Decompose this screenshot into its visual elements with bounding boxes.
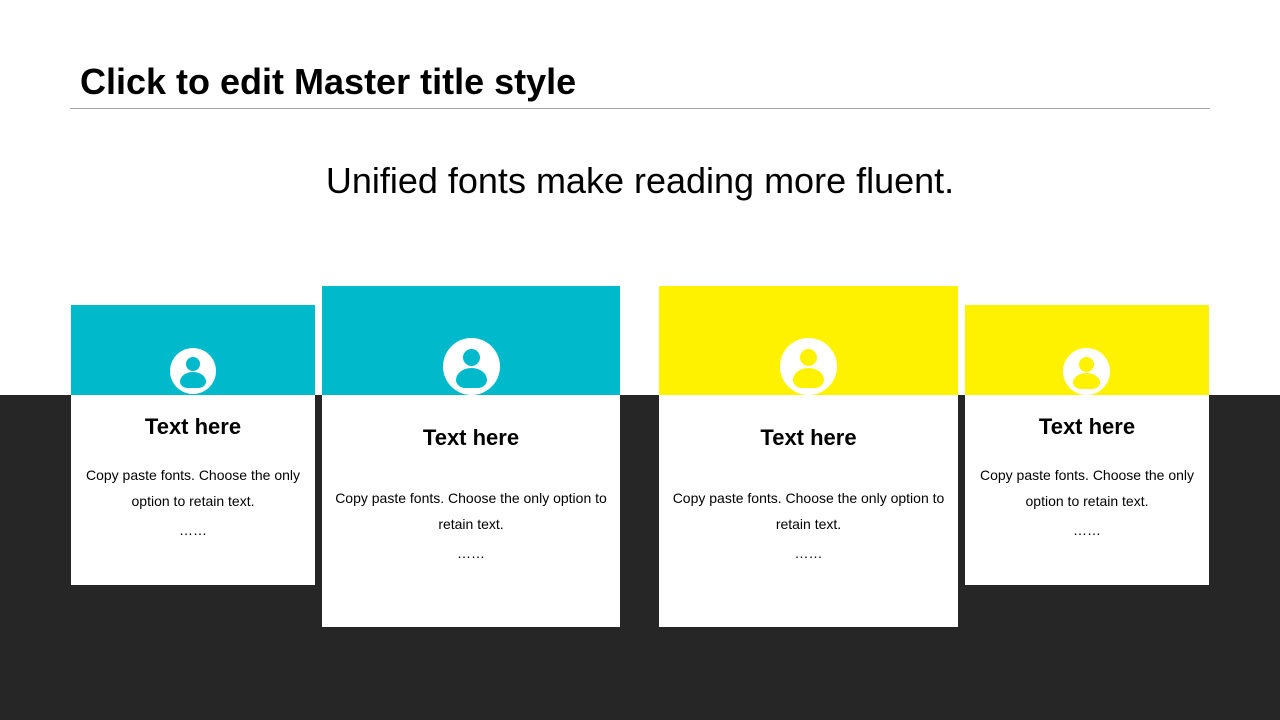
card-heading[interactable]: Text here bbox=[71, 414, 315, 440]
card-heading[interactable]: Text here bbox=[965, 414, 1209, 440]
user-icon bbox=[170, 348, 216, 394]
card-heading[interactable]: Text here bbox=[322, 425, 620, 451]
card-3-body: Text here Copy paste fonts. Choose the o… bbox=[659, 395, 958, 627]
card-1-body: Text here Copy paste fonts. Choose the o… bbox=[71, 395, 315, 585]
card-text[interactable]: Copy paste fonts. Choose the only option… bbox=[973, 462, 1201, 514]
card-3: Text here Copy paste fonts. Choose the o… bbox=[659, 286, 958, 627]
user-icon bbox=[1063, 348, 1110, 395]
card-ellipsis: …… bbox=[457, 545, 485, 561]
slide-subtitle[interactable]: Unified fonts make reading more fluent. bbox=[0, 158, 1280, 204]
card-heading[interactable]: Text here bbox=[659, 425, 958, 451]
card-ellipsis: …… bbox=[1073, 522, 1101, 538]
user-icon bbox=[443, 338, 500, 395]
title-divider bbox=[70, 108, 1210, 109]
slide-title[interactable]: Click to edit Master title style bbox=[80, 60, 576, 104]
card-4: Text here Copy paste fonts. Choose the o… bbox=[965, 305, 1209, 585]
card-2: Text here Copy paste fonts. Choose the o… bbox=[322, 286, 620, 627]
card-ellipsis: …… bbox=[794, 545, 823, 561]
card-text[interactable]: Copy paste fonts. Choose the only option… bbox=[334, 485, 608, 537]
card-text[interactable]: Copy paste fonts. Choose the only option… bbox=[79, 462, 307, 514]
card-2-body: Text here Copy paste fonts. Choose the o… bbox=[322, 395, 620, 627]
card-ellipsis: …… bbox=[179, 522, 207, 538]
card-4-body: Text here Copy paste fonts. Choose the o… bbox=[965, 395, 1209, 585]
card-text[interactable]: Copy paste fonts. Choose the only option… bbox=[671, 485, 946, 537]
card-1: Text here Copy paste fonts. Choose the o… bbox=[71, 305, 315, 585]
user-icon bbox=[780, 338, 837, 395]
